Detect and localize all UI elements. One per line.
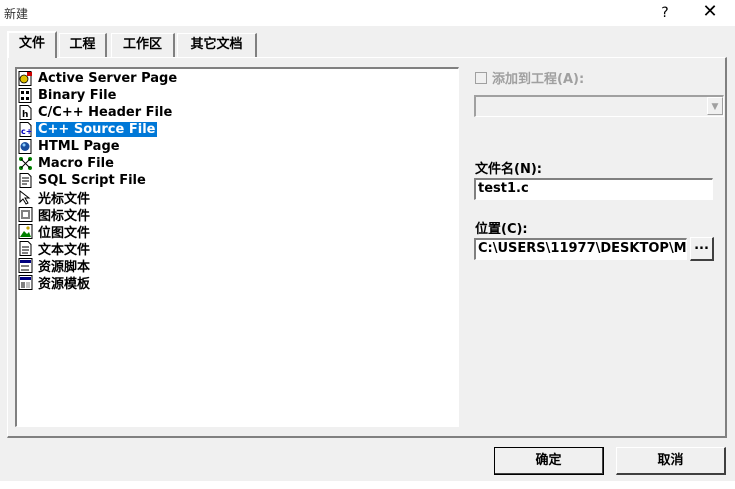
binary-file-icon <box>18 88 32 103</box>
list-item[interactable]: Binary File <box>17 87 458 104</box>
tab-projects[interactable]: 工程 <box>59 33 107 57</box>
list-item-label: Macro File <box>38 156 114 171</box>
list-item-label: SQL Script File <box>38 173 146 188</box>
ok-button[interactable]: 确定 <box>494 447 604 475</box>
location-label: 位置(C): <box>475 222 528 237</box>
html-page-icon <box>18 139 32 154</box>
svg-text:c+: c+ <box>21 127 32 136</box>
close-button[interactable]: ✕ <box>700 2 720 22</box>
list-item[interactable]: 图标文件 <box>17 206 458 224</box>
svg-text:h: h <box>22 110 28 120</box>
cursor-file-icon <box>19 190 31 205</box>
help-button[interactable]: ? <box>656 3 674 23</box>
list-item[interactable]: 光标文件 <box>17 189 458 207</box>
list-item[interactable]: Active Server Page <box>17 70 458 87</box>
list-item-label: HTML Page <box>38 139 120 154</box>
list-item[interactable]: 文本文件 <box>17 240 458 258</box>
sql-script-icon <box>19 173 32 188</box>
list-item[interactable]: h C/C++ Header File <box>17 104 458 121</box>
title-bar: 新建 ? ✕ <box>0 0 735 26</box>
list-item[interactable]: SQL Script File <box>17 172 458 189</box>
bitmap-file-icon <box>18 224 33 239</box>
list-item-label: C/C++ Header File <box>38 105 173 120</box>
cancel-button[interactable]: 取消 <box>616 447 726 475</box>
add-to-project-row: 添加到工程(A): <box>475 68 584 87</box>
tab-workspaces[interactable]: 工作区 <box>111 33 175 57</box>
bottom-strip <box>0 481 735 489</box>
macro-file-icon <box>19 157 32 170</box>
chevron-down-icon[interactable]: ▼ <box>707 97 723 115</box>
tab-files[interactable]: 文件 <box>7 31 57 58</box>
list-item[interactable]: 资源模板 <box>17 274 458 292</box>
filename-label: 文件名(N): <box>475 162 542 177</box>
list-item[interactable]: c+ C++ Source File <box>17 121 458 138</box>
header-file-icon: h <box>19 105 32 120</box>
file-type-list[interactable]: Active Server Page Binary File h C/C++ H… <box>15 67 459 427</box>
filename-field[interactable]: test1.c <box>474 178 713 200</box>
browse-button[interactable]: ... <box>690 237 714 261</box>
add-to-project-checkbox[interactable] <box>475 71 487 84</box>
list-item[interactable]: 位图文件 <box>17 223 458 241</box>
cpp-source-icon: c+ <box>19 122 32 137</box>
list-item[interactable]: 资源脚本 <box>17 257 458 275</box>
resource-script-icon <box>18 258 33 273</box>
project-select[interactable]: ▼ <box>474 95 724 117</box>
list-item[interactable]: HTML Page <box>17 138 458 155</box>
asp-icon <box>18 71 32 86</box>
list-item-label: C++ Source File <box>36 122 158 137</box>
list-item-label: 资源模板 <box>38 277 91 292</box>
resource-template-icon <box>18 275 33 290</box>
window-title: 新建 <box>4 7 29 21</box>
list-item-label: Active Server Page <box>38 71 178 86</box>
list-item[interactable]: Macro File <box>17 155 458 172</box>
text-file-icon <box>19 241 32 256</box>
tab-other-documents[interactable]: 其它文档 <box>177 33 257 57</box>
location-field[interactable]: C:\USERS\11977\DESKTOP\MYT <box>474 238 687 260</box>
add-to-project-label: 添加到工程(A): <box>492 72 585 87</box>
list-item-label: Binary File <box>38 88 117 103</box>
icon-file-icon <box>18 207 33 222</box>
